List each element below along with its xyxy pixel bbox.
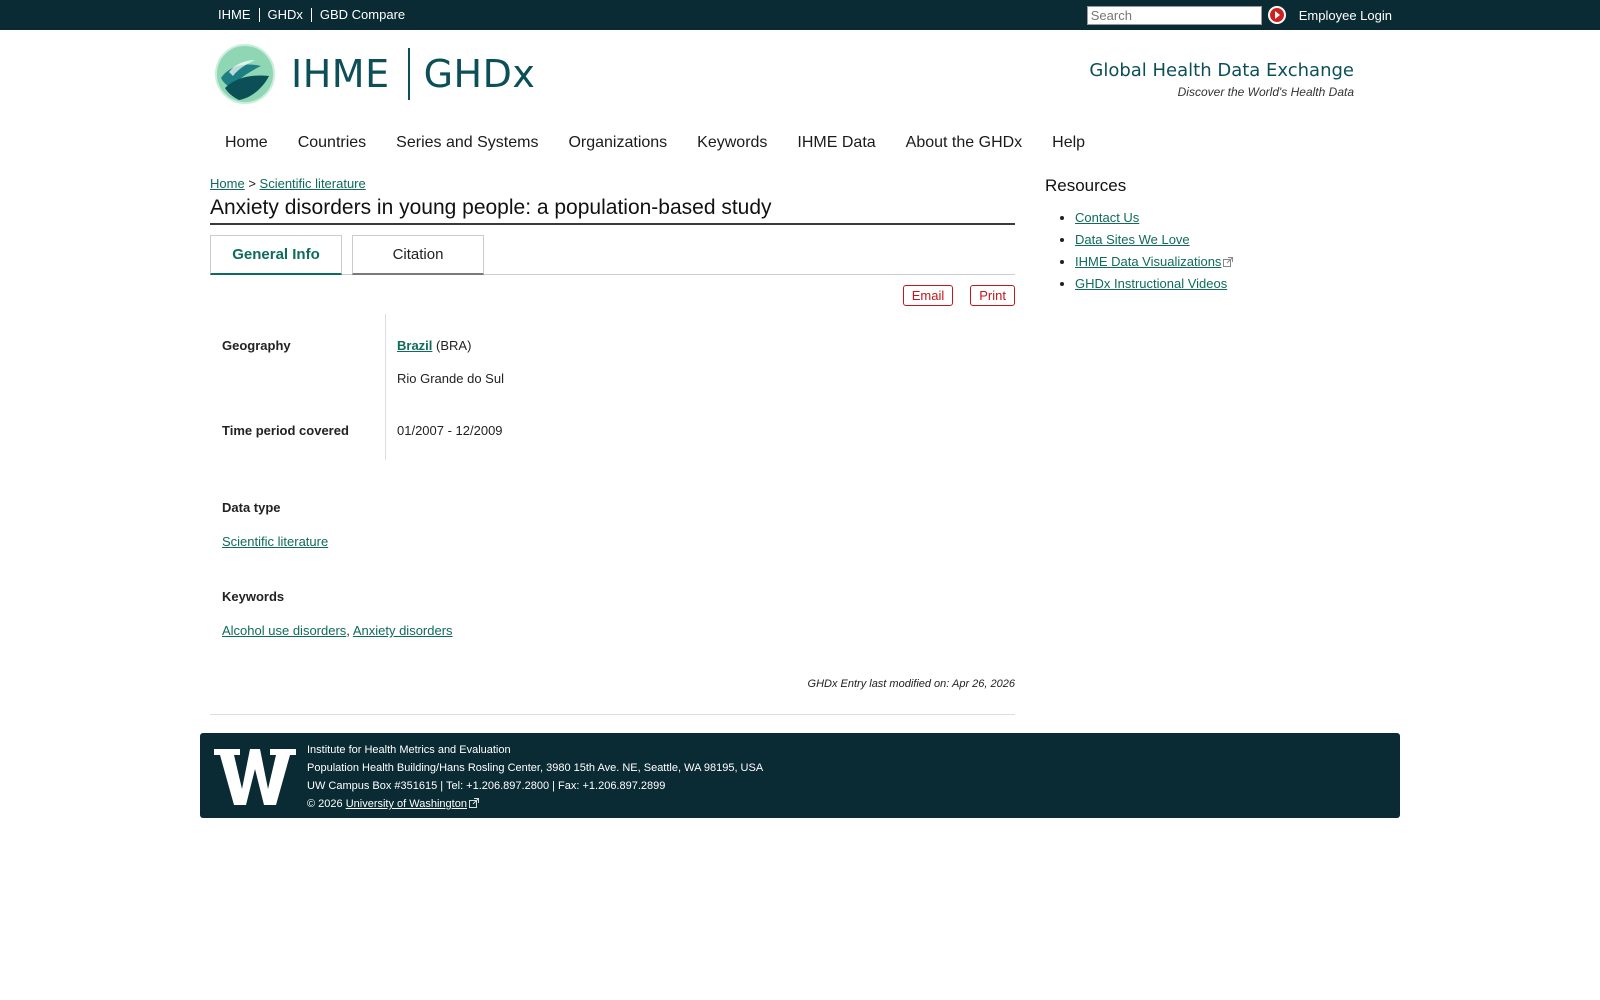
keyword-link-alcohol-use-disorders[interactable]: Alcohol use disorders xyxy=(222,623,346,638)
list-item: GHDx Instructional Videos xyxy=(1075,276,1345,291)
nav-home[interactable]: Home xyxy=(210,134,283,152)
list-item: IHME Data Visualizations xyxy=(1075,254,1345,269)
nav-organizations[interactable]: Organizations xyxy=(553,134,682,152)
footer-copyright: © 2026 xyxy=(307,798,343,810)
logo-ihme-text: IHME xyxy=(291,52,390,96)
uw-logo-icon[interactable] xyxy=(214,749,296,805)
data-type-section: Data type Scientific literature xyxy=(210,500,1015,549)
nav-about-the-ghdx[interactable]: About the GHDx xyxy=(891,134,1038,152)
footer-text: Institute for Health Metrics and Evaluat… xyxy=(307,741,763,813)
country-link-brazil[interactable]: Brazil xyxy=(397,338,432,353)
resources-sidebar: Resources Contact Us Data Sites We Love … xyxy=(1045,176,1345,298)
nav-series-and-systems[interactable]: Series and Systems xyxy=(381,134,553,152)
main-navigation: Home Countries Series and Systems Organi… xyxy=(210,118,1392,168)
geography-label: Geography xyxy=(222,338,291,353)
tab-general-info[interactable]: General Info xyxy=(210,235,342,275)
resource-link-ihme-data-visualizations[interactable]: IHME Data Visualizations xyxy=(1075,254,1221,269)
breadcrumb-home[interactable]: Home xyxy=(210,176,245,191)
logo-divider xyxy=(407,48,410,100)
keywords-section: Keywords Alcohol use disorders, Anxiety … xyxy=(210,589,1015,638)
last-modified-note: GHDx Entry last modified on: Apr 26, 202… xyxy=(807,678,1015,690)
search-submit-icon[interactable] xyxy=(1267,6,1286,24)
top-link-gbd-compare[interactable]: GBD Compare xyxy=(310,8,413,22)
resources-title: Resources xyxy=(1045,176,1127,195)
content-divider xyxy=(210,714,1015,715)
list-item: Contact Us xyxy=(1075,210,1345,225)
top-link-ihme[interactable]: IHME xyxy=(210,8,259,22)
tagline-subtitle: Discover the World's Health Data xyxy=(1177,85,1354,99)
site-header: IHME GHDx Global Health Data Exchange Di… xyxy=(210,30,1392,118)
page-title: Anxiety disorders in young people: a pop… xyxy=(210,196,1015,225)
data-type-label: Data type xyxy=(222,500,281,515)
nav-keywords[interactable]: Keywords xyxy=(682,134,782,152)
footer-uw-link[interactable]: University of Washington xyxy=(346,798,467,810)
top-link-ghdx[interactable]: GHDx xyxy=(258,8,311,22)
resources-list: Contact Us Data Sites We Love IHME Data … xyxy=(1045,210,1345,291)
breadcrumb-separator: > xyxy=(248,176,256,191)
main-column: Home > Scientific literature Anxiety dis… xyxy=(210,168,1015,715)
resource-link-instructional-videos[interactable]: GHDx Instructional Videos xyxy=(1075,276,1227,291)
footer-org-name: Institute for Health Metrics and Evaluat… xyxy=(307,744,511,756)
footer-address: Population Health Building/Hans Rosling … xyxy=(307,762,764,774)
nav-ihme-data[interactable]: IHME Data xyxy=(782,134,890,152)
time-period-label: Time period covered xyxy=(222,423,349,438)
site-tagline: Global Health Data Exchange Discover the… xyxy=(1089,60,1354,99)
search-input[interactable] xyxy=(1086,5,1262,25)
region-value: Rio Grande do Sul xyxy=(397,371,504,386)
keywords-label: Keywords xyxy=(222,589,285,604)
keyword-separator: , xyxy=(346,623,350,638)
employee-login-link[interactable]: Employee Login xyxy=(1299,8,1392,23)
field-values: Brazil (BRA) Rio Grande do Sul 01/2007 -… xyxy=(385,314,504,460)
page-content: Home > Scientific literature Anxiety dis… xyxy=(210,168,1410,728)
page-actions: Email Print xyxy=(210,285,1015,306)
breadcrumb: Home > Scientific literature xyxy=(210,176,1015,191)
record-fields: Geography Time period covered Brazil (BR… xyxy=(210,314,1015,715)
tab-citation[interactable]: Citation xyxy=(352,235,484,275)
list-item: Data Sites We Love xyxy=(1075,232,1345,247)
nav-countries[interactable]: Countries xyxy=(283,134,381,152)
print-button[interactable]: Print xyxy=(970,285,1015,306)
nav-help[interactable]: Help xyxy=(1037,134,1100,152)
top-links: IHME GHDx GBD Compare xyxy=(210,0,413,30)
breadcrumb-scientific-literature[interactable]: Scientific literature xyxy=(260,176,366,191)
site-logo[interactable]: IHME GHDx xyxy=(215,44,535,104)
external-link-icon xyxy=(1223,257,1234,267)
country-code: (BRA) xyxy=(436,338,472,353)
logo-ghdx-text: GHDx xyxy=(423,52,536,96)
resource-link-data-sites[interactable]: Data Sites We Love xyxy=(1075,232,1190,247)
keyword-link-anxiety-disorders[interactable]: Anxiety disorders xyxy=(353,623,453,638)
footer-contact: UW Campus Box #351615 | Tel: +1.206.897.… xyxy=(307,780,666,792)
ihme-logo-icon xyxy=(215,44,275,104)
external-link-icon xyxy=(468,798,479,808)
data-type-link[interactable]: Scientific literature xyxy=(222,534,328,549)
site-footer: Institute for Health Metrics and Evaluat… xyxy=(200,733,1400,818)
tab-bar: General Info Citation xyxy=(210,235,1015,275)
tagline-title: Global Health Data Exchange xyxy=(1089,60,1354,81)
time-period-value: 01/2007 - 12/2009 xyxy=(397,423,503,438)
email-button[interactable]: Email xyxy=(902,285,954,306)
top-utility-bar: IHME GHDx GBD Compare Employee Login xyxy=(0,0,1600,30)
resource-link-contact-us[interactable]: Contact Us xyxy=(1075,210,1139,225)
